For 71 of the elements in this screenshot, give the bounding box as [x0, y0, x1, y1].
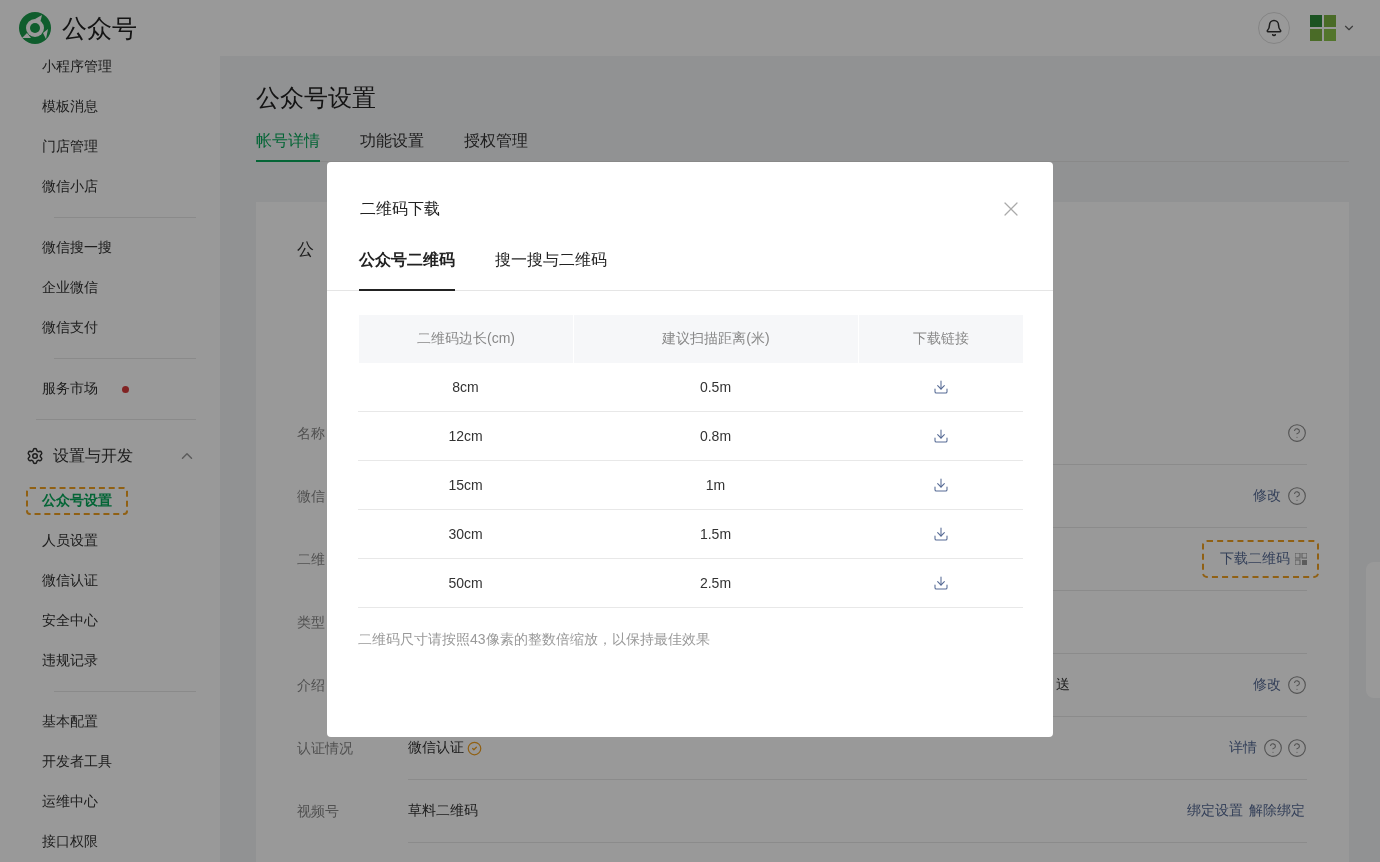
sidebar-item[interactable]: 服务市场 — [26, 375, 114, 403]
tab[interactable]: 授权管理 — [464, 131, 528, 162]
table-cell: 2.5m — [573, 559, 858, 608]
field-label: 微信 — [297, 487, 326, 506]
sidebar-item[interactable]: 微信支付 — [26, 314, 114, 342]
logo-icon — [18, 11, 52, 45]
table-cell: 0.8m — [573, 412, 858, 461]
action-link[interactable]: 详情 — [1229, 739, 1257, 757]
help-icon[interactable] — [1263, 738, 1283, 758]
tab[interactable]: 搜一搜与二维码 — [495, 250, 607, 291]
tab[interactable]: 功能设置 — [360, 131, 424, 162]
table-cell: 8cm — [358, 363, 573, 412]
sidebar-item[interactable]: 违规记录 — [26, 647, 114, 675]
table-cell: 15cm — [358, 461, 573, 510]
field-value: 草料二维码 — [408, 802, 478, 820]
tab[interactable]: 公众号二维码 — [359, 250, 455, 291]
sidebar-section-header[interactable]: 设置与开发 — [26, 436, 196, 476]
table-cell: 30cm — [358, 510, 573, 559]
page-title: 公众号设置 — [256, 83, 377, 113]
field-label: 认证情况 — [297, 739, 354, 758]
section-title: 公 — [297, 240, 314, 259]
action-link[interactable]: 解除绑定 — [1249, 802, 1305, 820]
help-icon[interactable] — [1287, 738, 1307, 758]
sidebar-item[interactable]: 小程序管理 — [26, 56, 128, 81]
action-link[interactable]: 修改 — [1253, 487, 1281, 505]
field-label: 视频号 — [297, 802, 340, 821]
sidebar-item[interactable]: 门店管理 — [26, 133, 114, 161]
qr-code-icon — [1295, 553, 1307, 565]
action-link[interactable]: 修改 — [1253, 676, 1281, 694]
table-cell: 12cm — [358, 412, 573, 461]
download-button[interactable] — [932, 477, 949, 493]
sidebar-item[interactable]: 基本配置 — [26, 708, 114, 736]
table-cell: 50cm — [358, 559, 573, 608]
download-button[interactable] — [932, 575, 949, 591]
sidebar-item[interactable]: 微信小店 — [26, 173, 114, 201]
brand-name: 公众号 — [62, 12, 137, 44]
sidebar-item[interactable]: 接口权限 — [26, 828, 114, 856]
sidebar-item[interactable]: 企业微信 — [26, 274, 114, 302]
action-link[interactable]: 绑定设置 — [1187, 802, 1243, 820]
download-button[interactable] — [932, 379, 949, 395]
sidebar-item[interactable]: 模板消息 — [26, 93, 114, 121]
table-cell: 1m — [573, 461, 858, 510]
sidebar-item[interactable]: 微信认证 — [26, 567, 114, 595]
sidebar-item[interactable]: 开发者工具 — [26, 748, 128, 776]
account-menu-button[interactable] — [1310, 15, 1356, 41]
field-label: 介绍 — [297, 676, 326, 695]
download-qr-button[interactable]: 下载二维码 — [1202, 540, 1319, 578]
dialog-title: 二维码下载 — [360, 198, 440, 219]
field-value: 微信认证 — [408, 739, 464, 757]
bell-icon — [1265, 19, 1283, 37]
table-cell: 1.5m — [573, 510, 858, 559]
help-icon[interactable] — [1287, 423, 1307, 443]
sidebar-item[interactable]: 人员设置 — [26, 527, 114, 555]
settings-icon — [26, 447, 44, 465]
column-header: 建议扫描距离(米) — [573, 315, 858, 363]
sidebar-item[interactable]: 运维中心 — [26, 788, 114, 816]
field-value: 送 — [1056, 676, 1070, 694]
column-header: 下载链接 — [858, 315, 1023, 363]
download-button[interactable] — [932, 526, 949, 542]
dialog-note: 二维码尺寸请按照43像素的整数倍缩放，以保持最佳效果 — [358, 631, 711, 649]
sidebar-item[interactable]: 微信搜一搜 — [26, 234, 128, 262]
sidebar-item[interactable]: 安全中心 — [26, 607, 114, 635]
download-button[interactable] — [932, 428, 949, 444]
help-icon[interactable] — [1287, 486, 1307, 506]
column-header: 二维码边长(cm) — [358, 315, 573, 363]
help-icon[interactable] — [1287, 675, 1307, 695]
field-label: 类型 — [297, 613, 326, 632]
avatar-icon — [1310, 15, 1336, 41]
field-label: 名称 — [297, 424, 326, 443]
table-cell: 0.5m — [573, 363, 858, 412]
notification-button[interactable] — [1258, 12, 1290, 44]
